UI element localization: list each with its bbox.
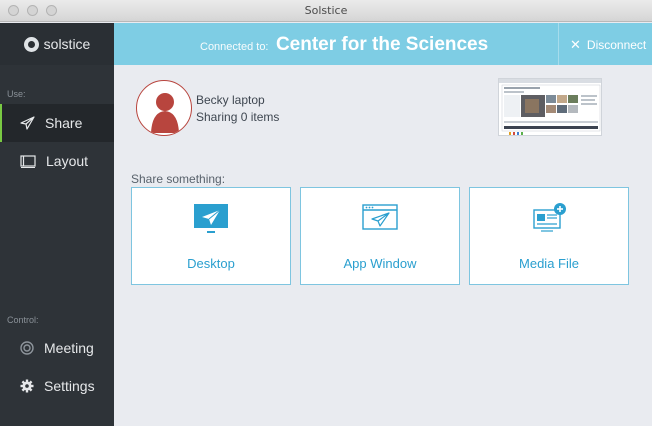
close-icon: ✕ — [570, 37, 581, 52]
sidebar-item-settings[interactable]: Settings — [0, 367, 114, 405]
share-something-label: Share something: — [131, 172, 226, 186]
user-name: Becky laptop — [196, 93, 265, 107]
disconnect-button[interactable]: ✕ Disconnect — [570, 37, 646, 53]
sidebar-item-label: Settings — [44, 378, 95, 394]
control-section-label: Control: — [7, 315, 39, 325]
sharing-status: Sharing 0 items — [196, 110, 280, 124]
disconnect-label: Disconnect — [586, 38, 647, 52]
paper-plane-icon — [20, 116, 35, 130]
use-section-label: Use: — [7, 89, 26, 99]
layout-icon — [20, 154, 36, 168]
window-titlebar: Solstice — [0, 0, 652, 22]
share-app-window-button[interactable]: App Window — [300, 187, 460, 285]
window-title: Solstice — [304, 4, 348, 17]
logo-text: solstice — [43, 36, 91, 52]
user-avatar-icon — [151, 93, 179, 133]
sidebar-item-label: Share — [45, 115, 83, 131]
desktop-share-icon — [194, 204, 228, 233]
gear-icon — [20, 379, 34, 393]
share-option-label: Media File — [519, 256, 579, 271]
sidebar-item-label: Meeting — [44, 340, 94, 356]
share-option-label: App Window — [343, 256, 417, 271]
sidebar-item-layout[interactable]: Layout — [0, 142, 114, 180]
solstice-logo-icon — [23, 36, 39, 52]
share-media-file-button[interactable]: Media File — [469, 187, 629, 285]
app-window-share-icon — [362, 204, 398, 230]
solstice-logo: solstice — [0, 23, 114, 65]
header-divider — [558, 23, 559, 65]
connection-info: Connected to: Center for the Sciences — [200, 34, 488, 56]
meeting-icon — [20, 341, 34, 355]
sidebar-item-meeting[interactable]: Meeting — [0, 329, 114, 367]
sidebar-item-label: Layout — [46, 153, 89, 169]
media-file-add-icon — [533, 203, 566, 232]
sidebar: solstice Use: Share Layout Control: Meet… — [0, 23, 114, 426]
share-desktop-button[interactable]: Desktop — [131, 187, 291, 285]
avatar — [136, 80, 192, 136]
sidebar-item-share[interactable]: Share — [0, 104, 114, 142]
connected-to-label: Connected to: — [200, 41, 269, 53]
share-option-label: Desktop — [187, 256, 235, 271]
room-name: Center for the Sciences — [275, 34, 489, 55]
screen-preview-thumbnail — [498, 78, 602, 136]
connection-header: Connected to: Center for the Sciences ✕ D… — [114, 23, 652, 65]
